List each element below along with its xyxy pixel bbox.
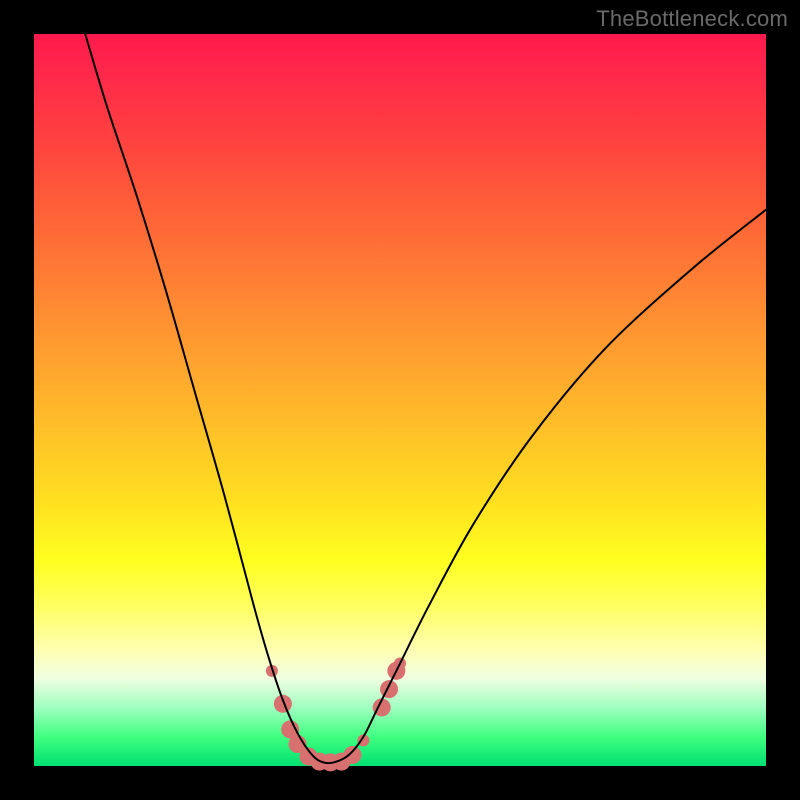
bottleneck-curve (85, 34, 766, 763)
chart-overlay (34, 34, 766, 766)
watermark-text: TheBottleneck.com (596, 6, 788, 32)
marker-dot (380, 680, 398, 698)
marker-dot (343, 746, 361, 764)
highlight-markers (266, 658, 406, 772)
